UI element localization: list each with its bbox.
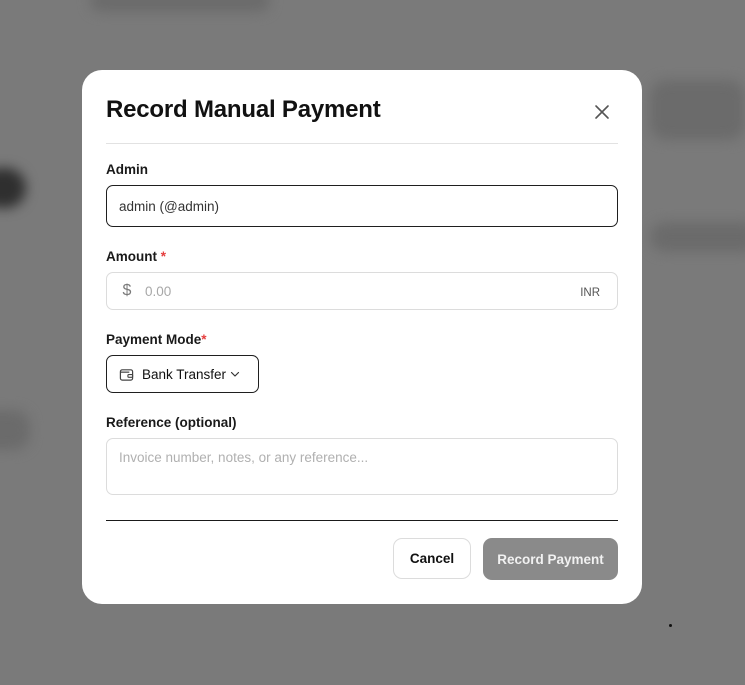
payment-mode-value: Bank Transfer (142, 366, 227, 382)
admin-label-text: Admin (106, 162, 148, 177)
amount-label: Amount * (106, 249, 166, 264)
reference-label-text: Reference (optional) (106, 415, 237, 430)
amount-label-text: Amount (106, 249, 157, 264)
reference-placeholder: Invoice number, notes, or any reference.… (119, 450, 369, 465)
dollar-icon: $ (122, 282, 132, 299)
payment-mode-select[interactable]: Bank Transfer (106, 355, 259, 393)
required-mark: * (160, 249, 167, 264)
admin-field-value: admin (@admin) (119, 198, 219, 214)
payment-mode-label-text: Payment Mode (106, 332, 202, 347)
wallet-icon (119, 368, 134, 381)
dialog-title: Record Manual Payment (106, 96, 381, 123)
payment-mode-label: Payment Mode* (106, 332, 207, 347)
chevron-down-icon (230, 371, 240, 377)
reference-label: Reference (optional) (106, 415, 237, 430)
footer-divider (106, 520, 618, 522)
amount-placeholder: 0.00 (145, 283, 172, 299)
header-divider (106, 143, 618, 144)
required-mark: * (201, 332, 207, 347)
background-blur-block (0, 410, 30, 450)
currency-code: INR (580, 286, 600, 299)
background-blur-block (90, 0, 270, 12)
background-blur-block (650, 222, 745, 252)
reference-textarea[interactable]: Invoice number, notes, or any reference.… (106, 438, 618, 495)
admin-field[interactable]: admin (@admin) (106, 185, 618, 227)
background-dark-element (0, 168, 26, 208)
amount-input[interactable]: $ 0.00 INR (106, 272, 618, 310)
cancel-button[interactable]: Cancel (393, 538, 471, 579)
record-payment-button[interactable]: Record Payment (483, 538, 618, 580)
admin-label: Admin (106, 162, 148, 177)
record-payment-dialog: Record Manual Payment Admin admin (@admi… (82, 70, 642, 604)
close-icon (595, 105, 609, 119)
background-dot (669, 624, 672, 627)
background-blur-block (650, 80, 745, 140)
close-button[interactable] (590, 100, 614, 124)
